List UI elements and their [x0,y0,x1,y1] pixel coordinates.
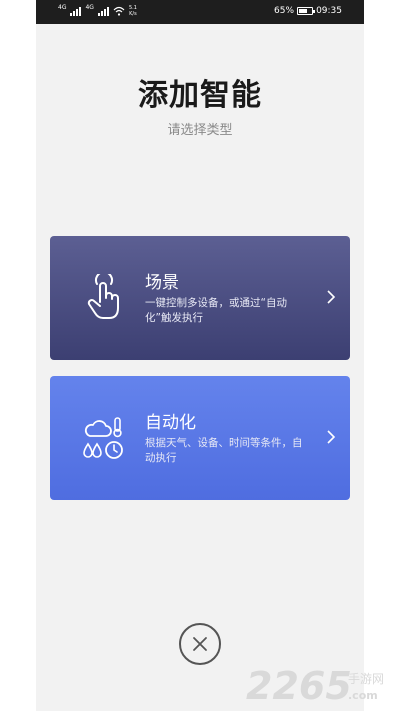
scene-card[interactable]: 场景 一键控制多设备，或通过“自动化”触发执行 [50,236,350,360]
battery-percent: 65% [274,6,295,16]
weather-clock-icon [83,417,123,459]
site-watermark-logo: 2265 手游网 .com [246,664,384,707]
automation-card-description: 根据天气、设备、时间等条件，自动执行 [145,437,303,464]
scene-card-description: 一键控制多设备，或通过“自动化”触发执行 [145,297,287,324]
touch-hand-icon [87,274,119,319]
status-bar: 4G 4G 5.1 K/s 65% 09:35 [36,0,364,24]
chevron-right-icon [327,430,336,444]
page-subtitle: 请选择类型 [167,123,233,138]
screen: 4G 4G 5.1 K/s 65% 09:35 添加智能 请选择类型 场景 一键… [36,0,364,711]
scene-card-title: 场景 [145,273,179,293]
status-right: 65% 09:35 [274,6,342,16]
svg-text:手游网: 手游网 [348,672,384,686]
status-left: 4G 4G 5.1 K/s [58,4,137,18]
chevron-right-icon [327,290,336,304]
automation-card[interactable]: 自动化 根据天气、设备、时间等条件，自动执行 [50,376,350,500]
automation-card-title: 自动化 [145,413,196,433]
speed-unit: K/s [129,11,137,17]
signal1-label: 4G [58,4,67,11]
battery-icon [297,7,316,15]
network-speed: 5.1 K/s [129,5,137,17]
battery-fill [299,9,307,13]
close-button[interactable] [179,623,221,665]
signal2-label: 4G [85,4,94,11]
close-icon [193,637,207,651]
clock: 09:35 [316,6,342,16]
page-title: 添加智能 [138,78,262,113]
wifi-icon [113,6,125,16]
signal2-icon [97,6,109,16]
svg-text:2265: 2265 [246,664,352,707]
signal1-icon [70,6,82,16]
svg-text:.com: .com [348,689,378,702]
